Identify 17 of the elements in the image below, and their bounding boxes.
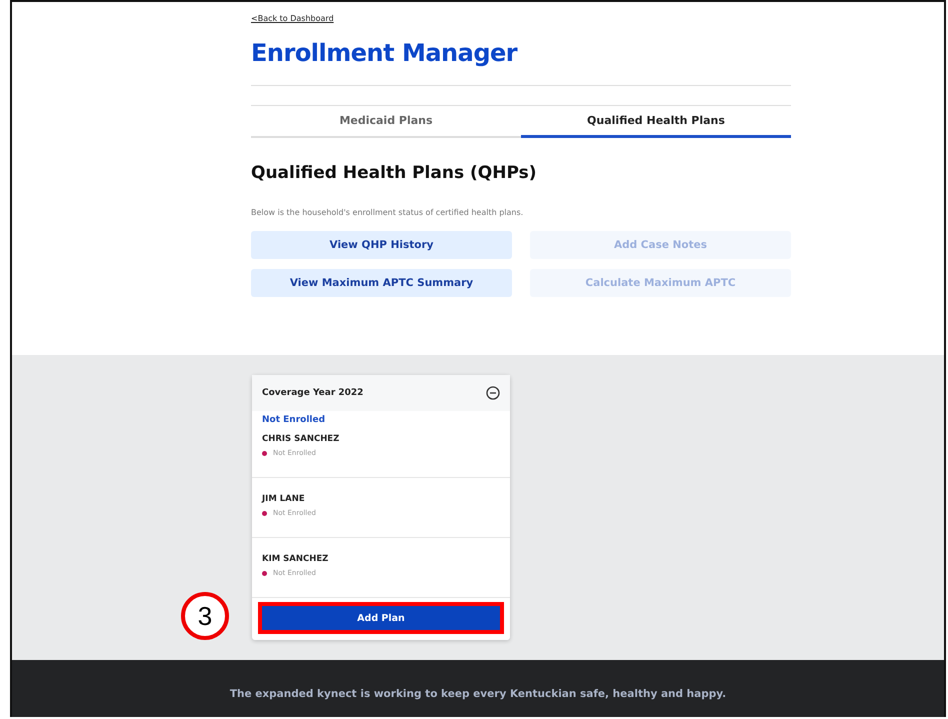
back-link[interactable]: <Back to Dashboard — [251, 14, 334, 23]
step-number-callout: 3 — [181, 592, 229, 640]
member-name: CHRIS SANCHEZ — [262, 434, 340, 444]
tab[interactable]: Medicaid Plans — [251, 106, 521, 138]
footer-text: The expanded kynect is working to keep every Kentuckian safe, healthy and happy. — [230, 688, 726, 702]
member-name: KIM SANCHEZ — [262, 554, 330, 564]
member-name: JIM LANE — [262, 494, 306, 504]
collapse-icon[interactable] — [486, 386, 500, 400]
add-plan-button[interactable]: Add Plan — [262, 606, 500, 630]
action-button[interactable]: View Maximum APTC Summary — [251, 269, 512, 297]
section-description: Below is the household's enrollment status of certified health plans. — [251, 208, 524, 217]
card-title: Coverage Year 2022 — [262, 388, 364, 398]
group-label: Not Enrolled — [261, 414, 326, 425]
section-heading: Qualified Health Plans (QHPs) — [251, 163, 538, 183]
action-button[interactable]: View QHP History — [251, 231, 512, 259]
page-title: Enrollment Manager — [251, 39, 518, 67]
tab[interactable]: Qualified Health Plans — [521, 106, 791, 138]
